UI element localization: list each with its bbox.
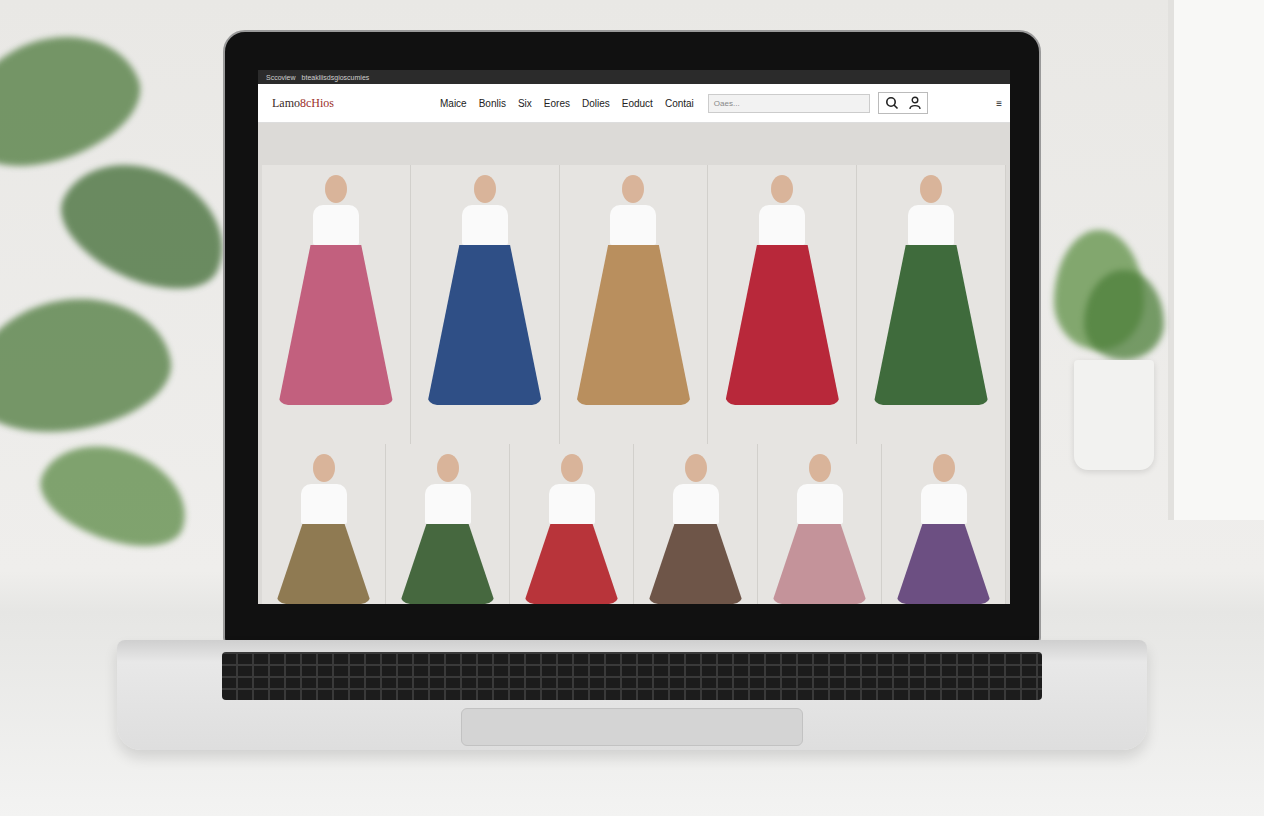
navbar: Lamo8cHios Maice Bonlis Six Eores Dolies Eoduc… — [258, 84, 1010, 123]
nav: Maice Bonlis Six Eores Dolies Eoduct Contai — [440, 98, 694, 109]
screen: Sccoview bteakliisdsgioscumies Lamo8cHios M… — [258, 70, 1010, 604]
window — [1168, 0, 1264, 520]
nav-item[interactable]: Eores — [544, 98, 570, 109]
search-icon[interactable] — [885, 96, 899, 110]
menu-button[interactable]: ≡ — [988, 98, 1002, 109]
product-photo[interactable] — [857, 165, 1006, 444]
nav-item[interactable]: Eoduct — [622, 98, 653, 109]
nav-item[interactable]: Bonlis — [479, 98, 506, 109]
icon-box — [878, 92, 928, 114]
laptop: Sccoview bteakliisdsgioscumies Lamo8cHios M… — [117, 30, 1147, 816]
product-photo[interactable] — [510, 444, 634, 604]
product-photo[interactable] — [386, 444, 510, 604]
laptop-base — [117, 640, 1147, 750]
product-photo[interactable] — [634, 444, 758, 604]
product-grid — [258, 123, 1010, 604]
plant-right — [1034, 230, 1174, 500]
browser-bar: Sccoview bteakliisdsgioscumies — [258, 70, 1010, 84]
scene: Sccoview bteakliisdsgioscumies Lamo8cHios M… — [0, 0, 1264, 816]
search-field[interactable]: Oaes... — [708, 94, 870, 113]
product-photo[interactable] — [882, 444, 1006, 604]
user-icon[interactable] — [909, 96, 921, 110]
product-photo[interactable] — [560, 165, 709, 444]
keyboard[interactable] — [222, 652, 1042, 700]
product-photo[interactable] — [708, 165, 857, 444]
bezel: Sccoview bteakliisdsgioscumies Lamo8cHios M… — [223, 30, 1041, 644]
nav-item[interactable]: Contai — [665, 98, 694, 109]
logo[interactable]: Lamo8cHios — [272, 96, 422, 111]
product-photo[interactable] — [411, 165, 560, 444]
nav-item[interactable]: Dolies — [582, 98, 610, 109]
nav-item[interactable]: Maice — [440, 98, 467, 109]
trackpad[interactable] — [461, 708, 803, 746]
product-photo[interactable] — [758, 444, 882, 604]
browser-tab[interactable]: Sccoview — [266, 74, 296, 81]
product-row — [262, 165, 1006, 444]
product-photo[interactable] — [262, 444, 386, 604]
product-photo[interactable] — [262, 165, 411, 444]
plant-left — [0, 0, 260, 600]
product-row — [262, 444, 1006, 604]
address-bar[interactable]: bteakliisdsgioscumies — [302, 74, 370, 81]
nav-item[interactable]: Six — [518, 98, 532, 109]
